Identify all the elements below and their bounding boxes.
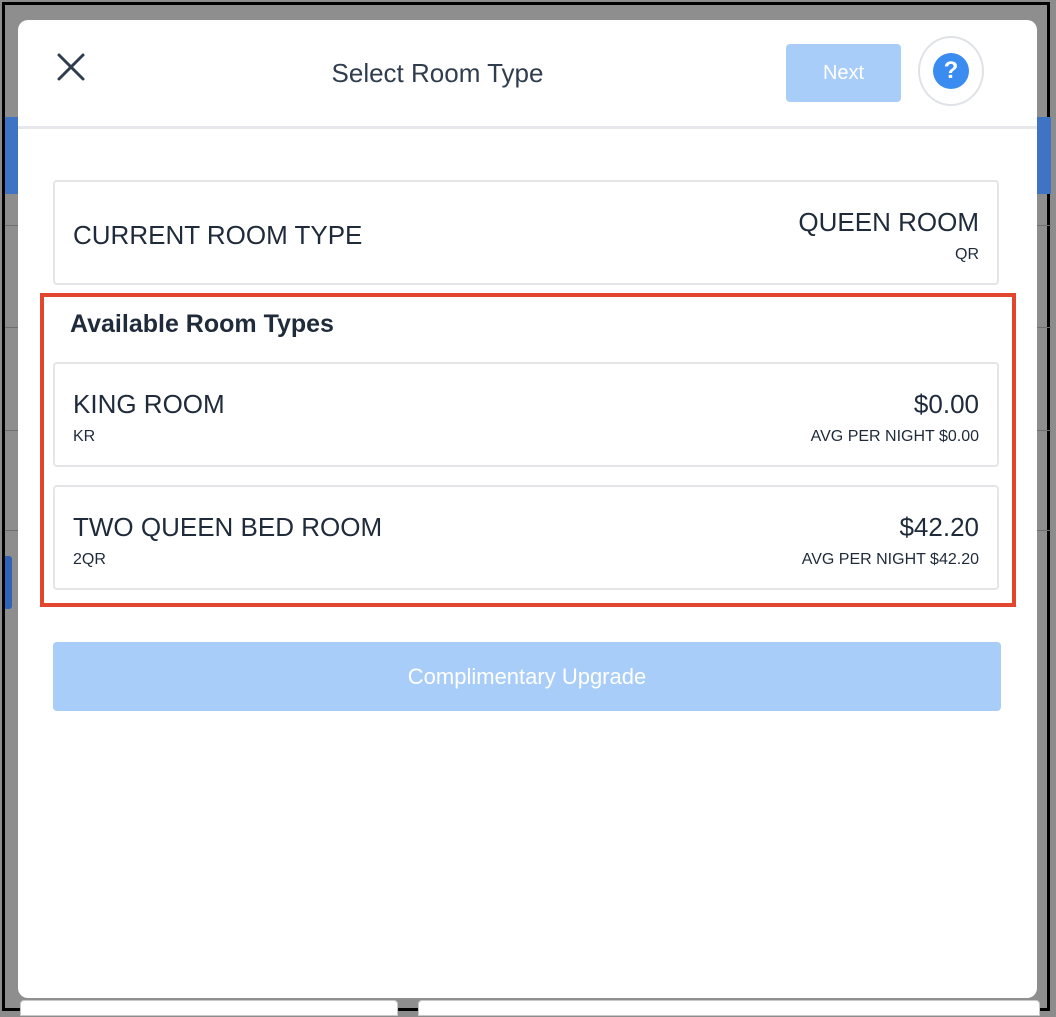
available-room-types-title: Available Room Types — [70, 310, 334, 338]
background-divider — [5, 530, 19, 531]
background-divider — [1037, 225, 1051, 226]
room-option-price: $0.00 — [913, 389, 979, 419]
room-option-avg-price: AVG PER NIGHT $42.20 — [801, 551, 979, 568]
background-divider — [1037, 327, 1051, 328]
room-option-king[interactable]: KING ROOM KR $0.00 AVG PER NIGHT $0.00 — [53, 362, 999, 467]
current-room-name: QUEEN ROOM — [798, 207, 979, 237]
background-divider — [1037, 530, 1051, 531]
modal-header: Select Room Type Next ? — [18, 20, 1037, 129]
room-option-name: TWO QUEEN BED ROOM — [73, 512, 383, 542]
background-divider — [1037, 430, 1051, 431]
room-option-code: KR — [73, 428, 96, 445]
select-room-type-modal: Select Room Type Next ? CURRENT ROOM TYP… — [18, 20, 1037, 998]
background-header-bar — [5, 117, 19, 194]
room-option-name: KING ROOM — [73, 389, 225, 419]
background-divider — [5, 225, 19, 226]
background-card — [20, 1000, 398, 1016]
background-button — [5, 556, 12, 609]
current-room-card: CURRENT ROOM TYPE QUEEN ROOM QR — [53, 180, 999, 285]
room-option-avg-price: AVG PER NIGHT $0.00 — [810, 428, 979, 445]
background-divider — [5, 327, 19, 328]
help-icon: ? — [933, 53, 969, 89]
current-room-label: CURRENT ROOM TYPE — [73, 220, 363, 250]
current-room-code: QR — [955, 246, 979, 263]
room-option-price: $42.20 — [899, 512, 979, 542]
complimentary-upgrade-button[interactable]: Complimentary Upgrade — [53, 642, 1001, 711]
next-button[interactable]: Next — [786, 44, 901, 102]
background-divider — [5, 430, 19, 431]
help-button[interactable]: ? — [918, 36, 984, 106]
room-option-code: 2QR — [73, 551, 106, 568]
room-option-two-queen[interactable]: TWO QUEEN BED ROOM 2QR $42.20 AVG PER NI… — [53, 485, 999, 590]
background-card — [418, 1000, 1040, 1016]
